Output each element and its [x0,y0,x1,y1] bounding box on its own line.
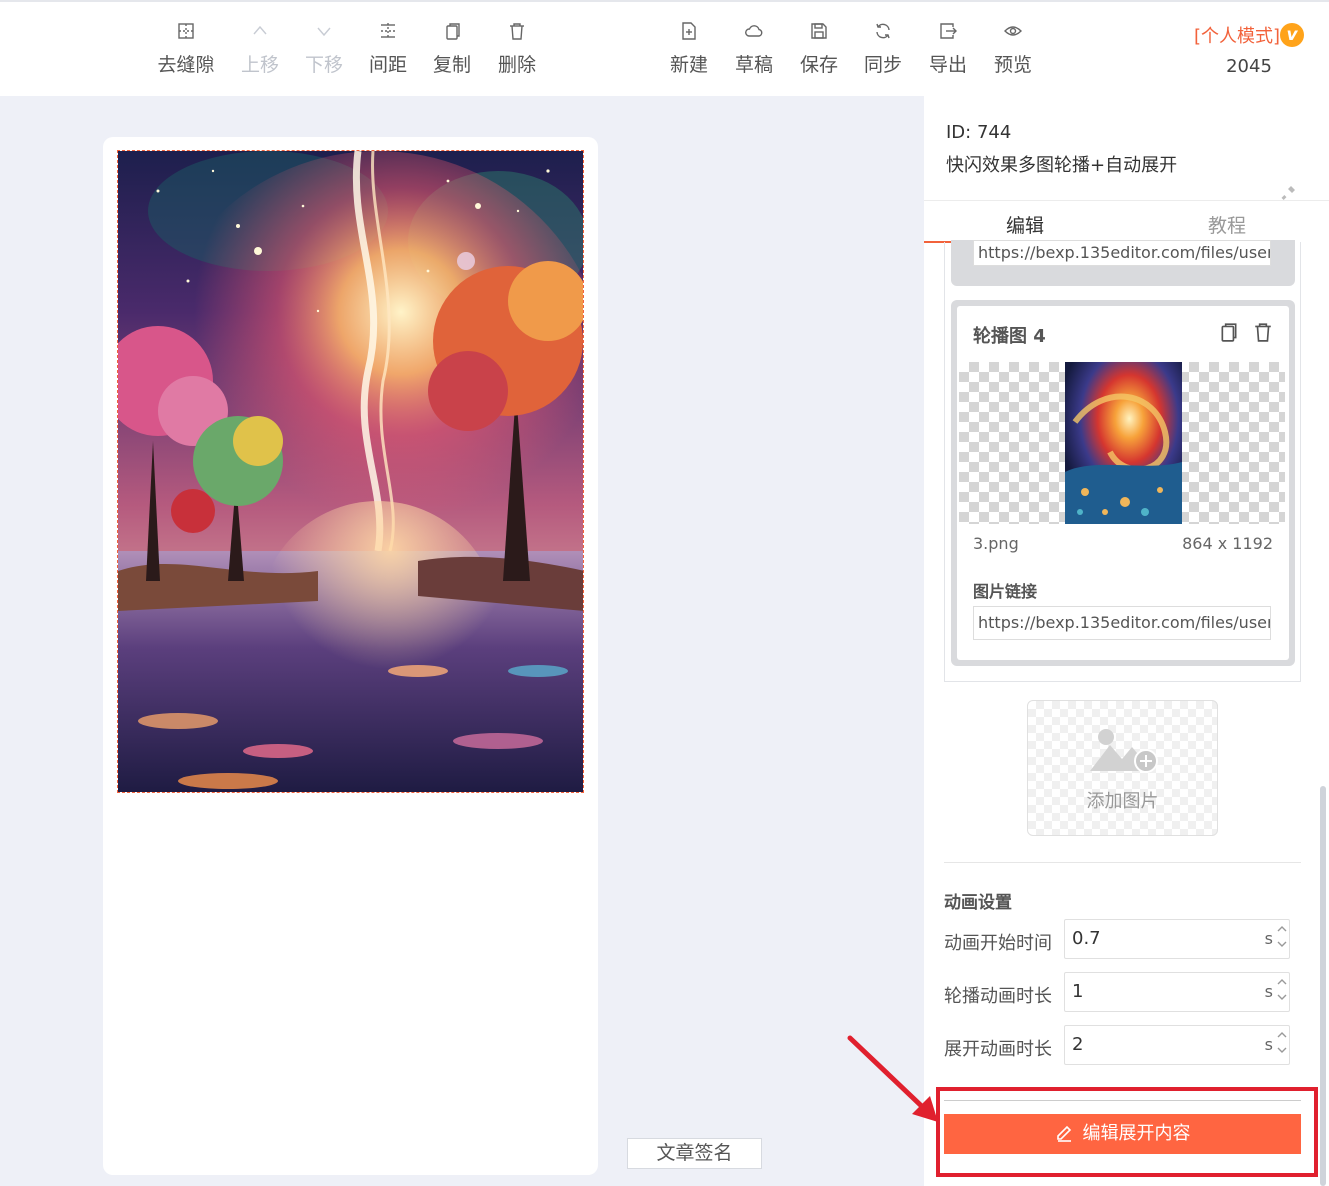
preview-button[interactable]: 预览 [981,22,1045,77]
remove-gap-button[interactable]: 去缝隙 [154,22,218,77]
add-image-button[interactable]: 添加图片 [1027,700,1218,836]
save-button[interactable]: 保存 [787,22,851,77]
move-up-label: 上移 [240,54,279,76]
carousel-duration-label: 轮播动画时长 [944,986,1052,1007]
sync-button[interactable]: 同步 [851,22,915,77]
chevron-down-icon[interactable] [1276,991,1288,1003]
previous-slide-link-input[interactable]: https://bexp.135editor.com/files/users/ [973,240,1271,266]
highlight-arrow [847,1035,938,1122]
move-down-label: 下移 [304,54,343,76]
expand-duration-input[interactable]: 2 s [1064,1025,1290,1065]
article-signature-button[interactable]: 文章签名 [627,1138,762,1169]
move-up-button[interactable]: 上移 [228,22,292,77]
animation-settings-title: 动画设置 [944,893,1012,913]
animation-start-input[interactable]: 0.7 s [1064,919,1290,959]
tab-tutorial[interactable]: 教程 [1208,211,1246,238]
previous-slide-card: https://bexp.135editor.com/files/users/ [951,240,1295,286]
new-button[interactable]: 新建 [657,22,721,77]
carousel-duration-row: 轮播动画时长 1 s [944,972,1304,1012]
trash-icon [485,22,549,48]
draft-label: 草稿 [734,54,773,76]
chevron-down-icon[interactable] [1276,938,1288,950]
expand-duration-value: 2 [1072,1034,1084,1055]
top-toolbar: 去缝隙 上移 下移 间距 复制 删除 新建 草稿 保存 同步 导出 预览 [个人… [0,0,1329,96]
save-label: 保存 [799,54,838,76]
cloud-icon [722,22,786,48]
export-icon [916,22,980,48]
delete-slide-icon[interactable] [1253,322,1273,346]
animation-start-label: 动画开始时间 [944,933,1052,954]
slide-file-name: 3.png [973,534,1019,553]
export-button[interactable]: 导出 [916,22,980,77]
animation-start-unit: s [1264,929,1273,948]
gap-icon [154,22,218,48]
delete-label: 删除 [497,54,536,76]
tab-edit[interactable]: 编辑 [1006,211,1044,238]
expand-duration-row: 展开动画时长 2 s [944,1025,1304,1065]
template-name: 快闪效果多图轮播+自动展开 [946,155,1178,176]
copy-icon [420,22,484,48]
mode-label: [个人模式] [1193,26,1281,47]
template-id: ID: 744 [946,122,1012,143]
chevron-up-icon[interactable] [1276,923,1288,935]
panel-tabs: 编辑 教程 [924,200,1329,243]
eye-icon [981,22,1045,48]
carousel-list: https://bexp.135editor.com/files/users/ … [944,240,1301,682]
slide-image-preview[interactable] [959,362,1285,524]
sync-icon [851,22,915,48]
carousel-duration-value: 1 [1072,981,1084,1002]
chevron-up-icon[interactable] [1276,1029,1288,1041]
delete-button[interactable]: 删除 [485,22,549,77]
copy-button[interactable]: 复制 [420,22,484,77]
section-divider [944,862,1301,863]
move-up-icon [228,22,292,48]
galaxy-thumbnail-image [1065,362,1182,524]
move-down-button[interactable]: 下移 [292,22,356,77]
carousel-duration-stepper[interactable] [1275,973,1289,1011]
new-label: 新建 [669,54,708,76]
slide-card: 轮播图 4 3.png 864 x 1192 图片链接 https://bexp… [951,300,1295,666]
expand-duration-unit: s [1264,1035,1273,1054]
expand-duration-stepper[interactable] [1275,1026,1289,1064]
slide-file-size: 864 x 1192 [1182,534,1273,553]
article-preview [103,137,598,1175]
spacing-label: 间距 [368,54,407,76]
spacing-button[interactable]: 间距 [356,22,420,77]
copy-label: 复制 [432,54,471,76]
save-icon [787,22,851,48]
highlight-box [936,1087,1318,1177]
animation-start-row: 动画开始时间 0.7 s [944,919,1304,959]
animation-start-value: 0.7 [1072,928,1101,949]
chevron-down-icon[interactable] [1276,1044,1288,1056]
slide-thumbnail [1065,362,1182,524]
remove-gap-label: 去缝隙 [157,54,215,76]
sync-label: 同步 [863,54,902,76]
copy-slide-icon[interactable] [1219,322,1239,346]
personal-mode[interactable]: [个人模式] v 2045 [1189,22,1309,77]
expand-duration-label: 展开动画时长 [944,1039,1052,1060]
add-image-label: 添加图片 [1086,791,1159,812]
carousel-duration-input[interactable]: 1 s [1064,972,1290,1012]
carousel-image[interactable] [117,150,584,793]
galaxy-landscape-painting [118,151,583,792]
animation-start-stepper[interactable] [1275,920,1289,958]
draft-button[interactable]: 草稿 [722,22,786,77]
slide-title: 轮播图 4 [973,326,1046,347]
move-down-icon [292,22,356,48]
template-edit-panel: ID: 744 快闪效果多图轮播+自动展开 编辑 教程 https://bexp… [924,96,1329,1186]
panel-scrollbar[interactable] [1320,786,1326,1186]
credit-count: 2045 [1226,56,1272,77]
carousel-duration-unit: s [1264,982,1273,1001]
vip-badge-icon: v [1280,23,1305,47]
add-image-icon [1088,723,1160,783]
new-file-icon [657,22,721,48]
chevron-up-icon[interactable] [1276,976,1288,988]
preview-label: 预览 [993,54,1032,76]
spacing-icon [356,22,420,48]
export-label: 导出 [928,54,967,76]
image-link-input[interactable]: https://bexp.135editor.com/files/users/ [973,606,1271,640]
image-link-label: 图片链接 [973,582,1038,601]
